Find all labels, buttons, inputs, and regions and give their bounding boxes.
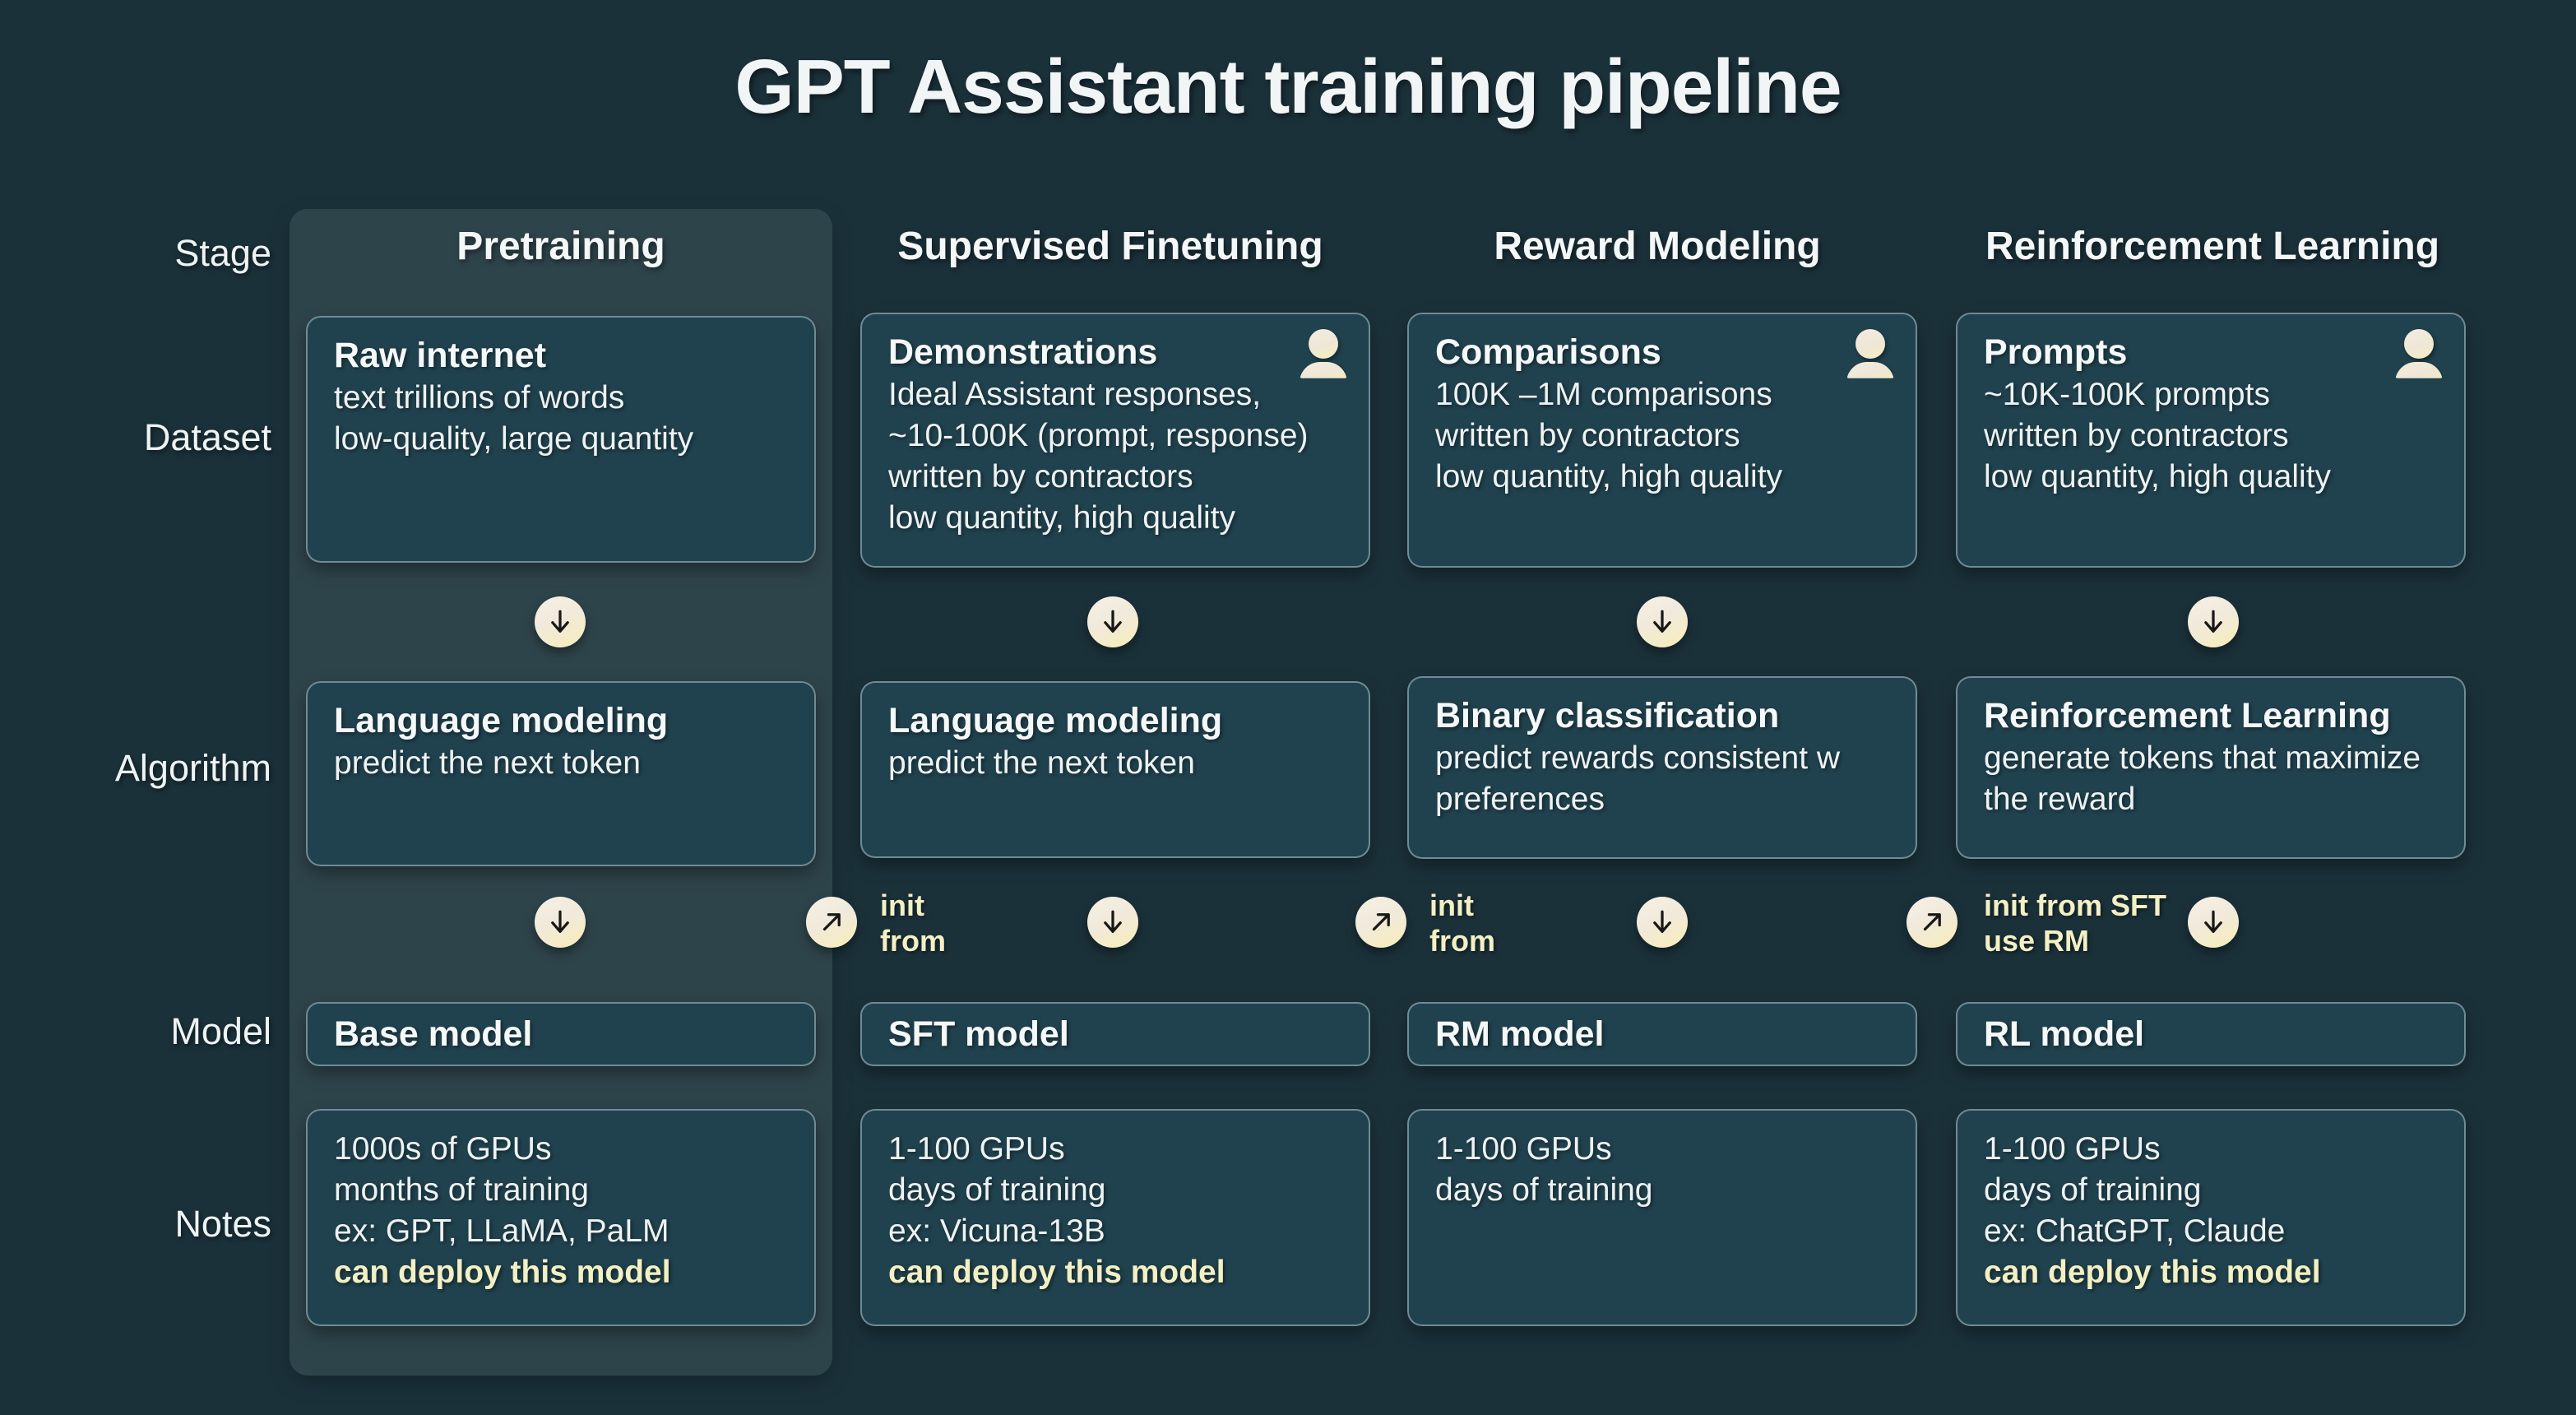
dataset-card-body: text trillions of words low-quality, lar… xyxy=(334,380,694,457)
model-card-sft: SFT model xyxy=(860,1002,1370,1066)
slide-root: GPT Assistant training pipeline Stage Da… xyxy=(0,0,2576,1415)
model-card-label: RL model xyxy=(1984,1014,2145,1054)
algorithm-card-pretraining: Language modeling predict the next token xyxy=(306,681,816,866)
model-card-label: RM model xyxy=(1435,1014,1605,1054)
algorithm-card-body: predict rewards consistent w preferences xyxy=(1435,740,1841,818)
arrow-down-icon-pretraining xyxy=(535,596,586,647)
stage-header-reinforcement-learning: Reinforcement Learning xyxy=(1985,225,2440,268)
connector-label-init-from-sft-use-rm: init from SFT use RM xyxy=(1984,888,2166,958)
algorithm-card-title: Binary classification xyxy=(1435,696,1780,735)
notes-card-pretraining: 1000s of GPUs months of training ex: GPT… xyxy=(306,1109,816,1326)
dataset-card-body: ~10K-100K prompts written by contractors… xyxy=(1984,377,2332,495)
arrow-down-icon-sft xyxy=(1087,596,1138,647)
notes-card-reward-modeling: 1-100 GPUs days of training xyxy=(1407,1109,1917,1326)
notes-card-lines: 1000s of GPUs months of training ex: GPT… xyxy=(334,1131,669,1249)
row-label-model: Model xyxy=(170,1010,271,1052)
arrow-down-icon-sft-to-model xyxy=(1087,897,1138,948)
dataset-card-pretraining: Raw internet text trillions of words low… xyxy=(306,316,816,563)
connector-label-init-from-rm: init from xyxy=(1429,888,1495,958)
notes-card-highlight: can deploy this model xyxy=(334,1254,671,1290)
row-label-stage: Stage xyxy=(174,232,271,274)
algorithm-card-body: predict the next token xyxy=(888,745,1195,782)
dataset-card-title: Demonstrations xyxy=(888,332,1158,372)
stage-header-reward-modeling: Reward Modeling xyxy=(1494,225,1821,268)
dataset-card-reinforcement-learning: Prompts ~10K-100K prompts written by con… xyxy=(1956,313,2466,568)
arrow-down-icon-rl-to-model xyxy=(2188,897,2239,948)
person-icon xyxy=(2395,329,2443,380)
person-icon xyxy=(1846,329,1894,380)
algorithm-card-title: Reinforcement Learning xyxy=(1984,696,2391,735)
algorithm-card-reinforcement-learning: Reinforcement Learning generate tokens t… xyxy=(1956,676,2466,859)
dataset-card-title: Comparisons xyxy=(1435,332,1661,372)
notes-card-highlight: can deploy this model xyxy=(888,1254,1225,1290)
notes-card-highlight: can deploy this model xyxy=(1984,1254,2321,1290)
person-head-shape xyxy=(2404,329,2434,359)
algorithm-card-body: predict the next token xyxy=(334,745,641,782)
algorithm-card-title: Language modeling xyxy=(334,701,669,740)
arrow-down-icon-rm-to-model xyxy=(1637,897,1688,948)
model-card-base: Base model xyxy=(306,1002,816,1066)
person-head-shape xyxy=(1856,329,1885,359)
algorithm-card-title: Language modeling xyxy=(888,701,1223,740)
row-label-notes: Notes xyxy=(174,1203,271,1245)
notes-card-lines: 1-100 GPUs days of training ex: Vicuna-1… xyxy=(888,1131,1106,1249)
stage-header-supervised-finetuning: Supervised Finetuning xyxy=(897,225,1323,268)
dataset-card-body: Ideal Assistant responses, ~10-100K (pro… xyxy=(888,377,1309,536)
arrow-down-icon-rl xyxy=(2188,596,2239,647)
row-label-algorithm: Algorithm xyxy=(114,747,271,789)
arrow-up-right-icon-init-sft xyxy=(806,897,857,948)
person-head-shape xyxy=(1309,329,1338,359)
notes-card-reinforcement-learning: 1-100 GPUs days of training ex: ChatGPT,… xyxy=(1956,1109,2466,1326)
dataset-card-reward-modeling: Comparisons 100K –1M comparisons written… xyxy=(1407,313,1917,568)
dataset-card-title: Raw internet xyxy=(334,336,547,375)
algorithm-card-body: generate tokens that maximize the reward xyxy=(1984,740,2421,818)
notes-card-lines: 1-100 GPUs days of training ex: ChatGPT,… xyxy=(1984,1131,2286,1249)
arrow-up-right-icon-init-rl xyxy=(1907,897,1957,948)
row-label-dataset: Dataset xyxy=(143,416,271,458)
stage-header-pretraining: Pretraining xyxy=(456,225,665,268)
dataset-card-title: Prompts xyxy=(1984,332,2128,372)
dataset-card-body: 100K –1M comparisons written by contract… xyxy=(1435,377,1783,495)
dataset-card-supervised-finetuning: Demonstrations Ideal Assistant responses… xyxy=(860,313,1370,568)
model-card-rl: RL model xyxy=(1956,1002,2466,1066)
connector-label-init-from-sft: init from xyxy=(880,888,946,958)
notes-card-lines: 1-100 GPUs days of training xyxy=(1435,1131,1653,1208)
arrow-down-icon-rm xyxy=(1637,596,1688,647)
model-card-label: Base model xyxy=(334,1014,533,1054)
algorithm-card-supervised-finetuning: Language modeling predict the next token xyxy=(860,681,1370,858)
arrow-up-right-icon-init-rm xyxy=(1355,897,1406,948)
notes-card-supervised-finetuning: 1-100 GPUs days of training ex: Vicuna-1… xyxy=(860,1109,1370,1326)
person-icon xyxy=(1300,329,1347,380)
model-card-label: SFT model xyxy=(888,1014,1069,1054)
page-title: GPT Assistant training pipeline xyxy=(734,44,1842,129)
model-card-rm: RM model xyxy=(1407,1002,1917,1066)
arrow-down-icon-pretraining-to-model xyxy=(535,897,586,948)
algorithm-card-reward-modeling: Binary classification predict rewards co… xyxy=(1407,676,1917,859)
